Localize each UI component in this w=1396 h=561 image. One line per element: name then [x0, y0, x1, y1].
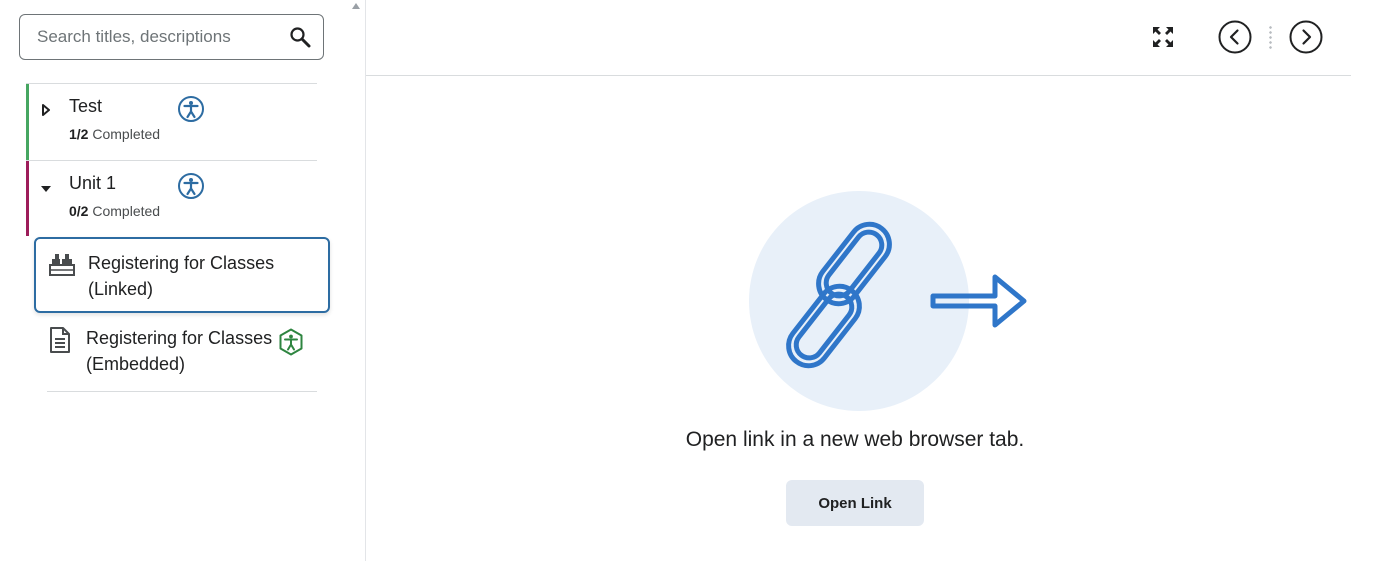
topic-label: Registering for Classes (Embedded): [86, 328, 273, 374]
nav-separator: [1269, 25, 1272, 49]
sidebar: Test 1/2 Completed Unit 1 0/2 Completed: [0, 0, 366, 561]
accessibility-icon[interactable]: [278, 328, 304, 361]
module-progress: 1/2 Completed: [69, 126, 161, 142]
accessibility-icon[interactable]: [177, 95, 205, 128]
chevron-right-icon[interactable]: [1289, 20, 1323, 54]
topic-registering-linked[interactable]: Registering for Classes (Linked): [34, 237, 330, 313]
link-icon: [786, 221, 1027, 369]
module-unit-1[interactable]: Unit 1 0/2 Completed: [26, 160, 317, 236]
content-toolbar: [366, 0, 1351, 76]
link-topic-icon: [48, 251, 76, 284]
module-accent-bar: [26, 161, 29, 236]
topic-label: Registering for Classes (Linked): [88, 253, 275, 299]
open-link-button[interactable]: Open Link: [786, 480, 924, 526]
scroll-up-arrow-icon[interactable]: [352, 3, 360, 9]
module-test[interactable]: Test 1/2 Completed: [26, 83, 317, 160]
expand-fullscreen-icon[interactable]: [1150, 24, 1176, 50]
search-icon[interactable]: [287, 24, 313, 50]
module-accent-bar: [26, 84, 29, 160]
divider: [47, 391, 317, 392]
module-progress: 0/2 Completed: [69, 203, 161, 219]
topic-registering-embedded[interactable]: Registering for Classes (Embedded): [34, 314, 330, 390]
caret-right-icon[interactable]: [41, 103, 51, 121]
module-title: Test: [69, 96, 103, 116]
caret-down-icon[interactable]: [40, 181, 52, 199]
module-title: Unit 1: [69, 173, 117, 193]
content-message: Open link in a new web browser tab.: [685, 428, 1025, 451]
search-box: [19, 14, 324, 60]
chevron-left-icon[interactable]: [1218, 20, 1252, 54]
arrow-right-icon: [930, 274, 1027, 328]
document-icon: [48, 326, 72, 359]
search-input[interactable]: [37, 27, 287, 47]
accessibility-icon[interactable]: [177, 172, 205, 205]
